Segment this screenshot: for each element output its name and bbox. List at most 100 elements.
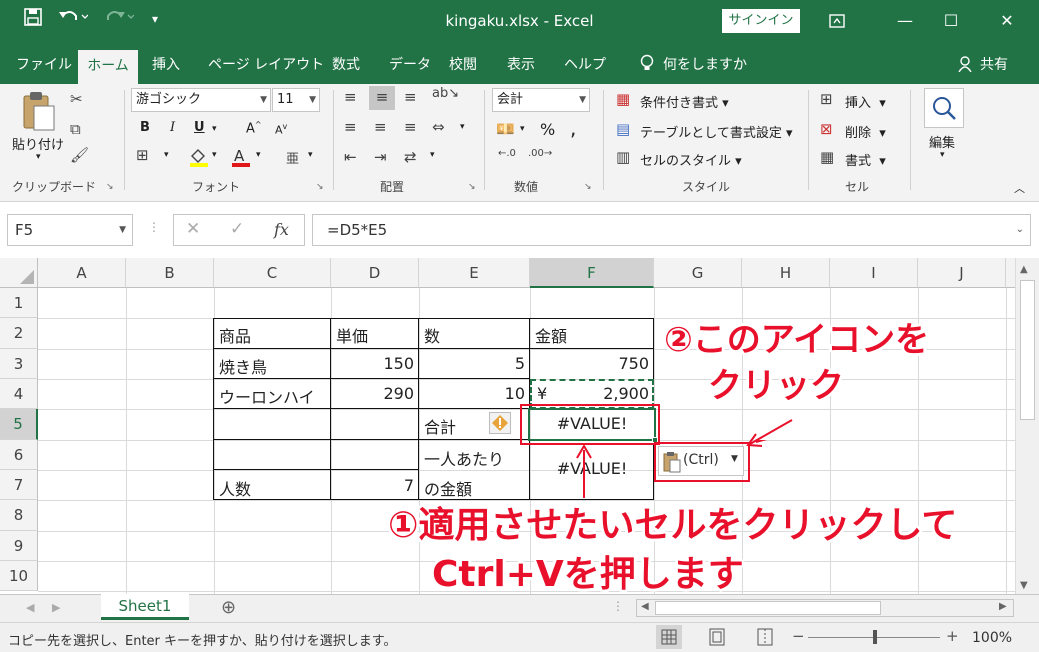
tab-insert[interactable]: 挿入 (152, 54, 180, 74)
borders-icon[interactable]: ⊞ (136, 146, 149, 164)
new-sheet-icon[interactable]: ⊕ (221, 597, 236, 618)
cell-f3[interactable]: 750 (530, 354, 654, 373)
decrease-font-icon[interactable]: Av (275, 122, 287, 137)
currency-format-icon[interactable]: 💴 (496, 120, 515, 138)
paste-button[interactable]: 貼り付け (12, 134, 64, 153)
column-header-j[interactable]: J (918, 258, 1006, 288)
customize-qat-icon[interactable]: ▾ (152, 12, 158, 26)
row-header-10[interactable]: 10 (0, 561, 38, 591)
undo-icon[interactable] (58, 8, 89, 31)
scroll-right-icon[interactable]: ▶ (999, 601, 1007, 612)
save-icon[interactable] (24, 8, 42, 31)
scroll-up-icon[interactable]: ▲ (1020, 264, 1028, 275)
minimize-icon[interactable]: — (882, 6, 928, 36)
cell-d7[interactable]: 7 (331, 476, 419, 495)
cell-styles-button[interactable]: セルのスタイル ▾ (640, 150, 742, 169)
column-header-i[interactable]: I (830, 258, 918, 288)
increase-decimal-icon[interactable]: ←.0 (498, 148, 516, 159)
close-icon[interactable]: ✕ (984, 6, 1030, 36)
formula-input[interactable]: =D5*E5 ⌄ (312, 214, 1031, 246)
fill-dropdown-icon[interactable]: ▾ (212, 150, 217, 160)
expand-formula-icon[interactable]: ⌄ (1016, 215, 1024, 245)
font-color-dropdown-icon[interactable]: ▾ (256, 150, 261, 160)
column-header-h[interactable]: H (742, 258, 830, 288)
align-middle-icon[interactable]: ≡ (369, 86, 395, 110)
tab-split-grip-icon[interactable]: ⋮ (612, 599, 624, 613)
cell-c3[interactable]: 焼き鳥 (214, 354, 272, 378)
cell-d4[interactable]: 290 (331, 384, 419, 403)
format-painter-icon[interactable]: 🖌 (70, 146, 89, 164)
underline-button[interactable]: U (194, 120, 205, 135)
cell-d2[interactable]: 単価 (331, 323, 373, 347)
row-header-4[interactable]: 4 (0, 379, 38, 409)
cell-c7[interactable]: 人数 (214, 476, 256, 500)
cut-icon[interactable]: ✂ (70, 90, 83, 108)
text-direction-icon[interactable]: ⇄ (404, 148, 417, 166)
cell-e6[interactable]: 一人あたり (419, 446, 509, 470)
increase-indent-icon[interactable]: ⇥ (374, 148, 387, 166)
insert-cells-button[interactable]: 挿入 ▾ (845, 92, 886, 111)
horizontal-scroll-thumb[interactable] (655, 601, 881, 615)
column-header-f[interactable]: F (530, 258, 654, 288)
column-header-g[interactable]: G (654, 258, 742, 288)
format-cells-button[interactable]: 書式 ▾ (845, 150, 886, 169)
normal-view-icon[interactable] (656, 625, 682, 649)
number-format-combo[interactable]: 会計 ▼ (492, 88, 590, 112)
row-header-1[interactable]: 1 (0, 288, 38, 318)
tab-help[interactable]: ヘルプ (564, 54, 606, 74)
cell-c2[interactable]: 商品 (214, 323, 256, 347)
orientation-icon[interactable]: ab↘ (432, 86, 459, 101)
column-header-e[interactable]: E (419, 258, 530, 288)
zoom-out-icon[interactable]: − (792, 627, 805, 645)
cell-e2[interactable]: 数 (419, 323, 445, 347)
editing-dropdown-icon[interactable]: ▾ (940, 150, 945, 160)
insert-function-button[interactable]: fx (274, 220, 289, 239)
column-header-d[interactable]: D (331, 258, 419, 288)
scroll-left-icon[interactable]: ◀ (641, 601, 649, 612)
column-header-c[interactable]: C (214, 258, 331, 288)
sign-in-button[interactable]: サインイン (722, 9, 800, 33)
tab-page-layout[interactable]: ページ レイアウト (208, 54, 324, 74)
row-header-2[interactable]: 2 (0, 318, 38, 349)
tab-data[interactable]: データ (389, 54, 431, 74)
row-header-6[interactable]: 6 (0, 440, 38, 470)
cell-e5[interactable]: 合計 (419, 414, 461, 438)
format-as-table-button[interactable]: テーブルとして書式設定 ▾ (640, 122, 793, 141)
error-warning-icon[interactable] (489, 412, 511, 434)
merge-dropdown-icon[interactable]: ▾ (460, 122, 465, 132)
font-launcher-icon[interactable]: ↘ (316, 182, 324, 192)
number-launcher-icon[interactable]: ↘ (584, 182, 592, 192)
paste-icon[interactable] (22, 90, 56, 136)
comma-style-icon[interactable]: , (570, 116, 576, 140)
row-header-9[interactable]: 9 (0, 531, 38, 561)
direction-dropdown-icon[interactable]: ▾ (430, 150, 435, 160)
maximize-icon[interactable]: ☐ (928, 6, 974, 36)
column-header-a[interactable]: A (38, 258, 126, 288)
ribbon-display-options-icon[interactable] (814, 6, 860, 36)
zoom-level[interactable]: 100% (972, 630, 1012, 646)
font-name-combo[interactable]: 游ゴシック ▼ (131, 88, 271, 112)
increase-font-icon[interactable]: A^ (246, 120, 262, 136)
row-header-3[interactable]: 3 (0, 349, 38, 379)
tab-file[interactable]: ファイル (16, 54, 72, 74)
underline-dropdown-icon[interactable]: ▾ (212, 124, 217, 134)
row-header-8[interactable]: 8 (0, 500, 38, 531)
sheet-tab-sheet1[interactable]: Sheet1 (101, 594, 189, 620)
tab-view[interactable]: 表示 (507, 54, 535, 74)
conditional-format-button[interactable]: 条件付き書式 ▾ (640, 92, 729, 111)
borders-dropdown-icon[interactable]: ▾ (164, 150, 169, 160)
name-box[interactable]: F5 ▼ (7, 214, 133, 246)
vertical-scroll-thumb[interactable] (1020, 280, 1035, 420)
align-top-icon[interactable]: ≡ (344, 88, 357, 106)
font-size-combo[interactable]: 11 ▼ (272, 88, 320, 112)
search-icon[interactable] (924, 88, 964, 128)
copy-icon[interactable]: ⧉ (70, 120, 81, 138)
paste-dropdown-icon[interactable]: ▾ (36, 152, 41, 162)
fill-color-icon[interactable] (188, 146, 210, 172)
cell-f4[interactable]: 2,900 (530, 384, 654, 403)
zoom-in-icon[interactable]: + (946, 627, 959, 645)
zoom-slider-thumb[interactable] (873, 630, 877, 644)
italic-button[interactable]: I (170, 120, 175, 135)
enter-icon[interactable]: ✓ (230, 219, 244, 239)
row-header-5[interactable]: 5 (0, 409, 38, 440)
